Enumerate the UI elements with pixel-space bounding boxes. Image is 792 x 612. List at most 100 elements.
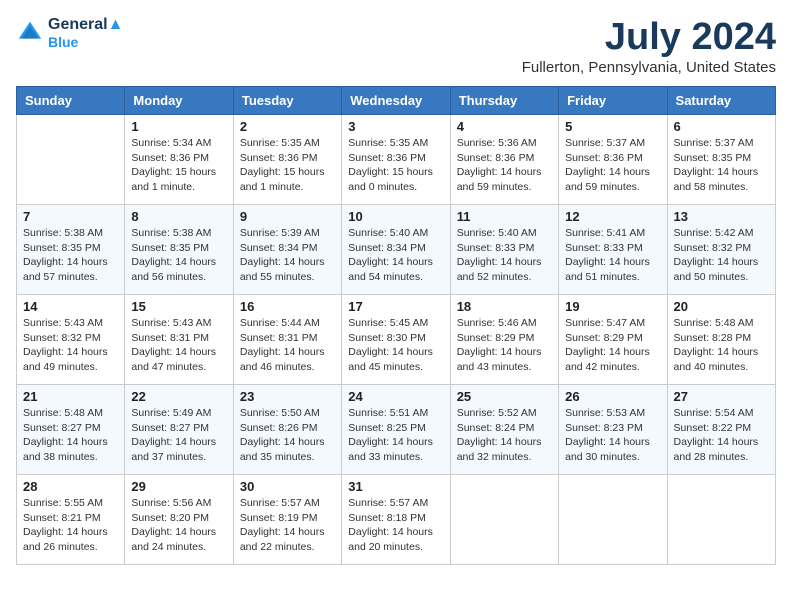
day-number: 6 [674,119,769,134]
calendar-cell: 25 Sunrise: 5:52 AM Sunset: 8:24 PM Dayli… [450,385,558,475]
day-number: 20 [674,299,769,314]
day-info: Sunrise: 5:34 AM Sunset: 8:36 PM Dayligh… [131,136,226,195]
day-number: 25 [457,389,552,404]
day-number: 11 [457,209,552,224]
day-info: Sunrise: 5:49 AM Sunset: 8:27 PM Dayligh… [131,406,226,465]
logo-text: General▲ Blue [48,16,123,50]
calendar-cell: 1 Sunrise: 5:34 AM Sunset: 8:36 PM Daylig… [125,115,233,205]
day-info: Sunrise: 5:38 AM Sunset: 8:35 PM Dayligh… [23,226,118,285]
day-info: Sunrise: 5:46 AM Sunset: 8:29 PM Dayligh… [457,316,552,375]
day-number: 23 [240,389,335,404]
calendar-cell: 15Sunrise: 5:43 AM Sunset: 8:31 PM Dayli… [125,295,233,385]
day-number: 13 [674,209,769,224]
day-number: 4 [457,119,552,134]
day-info: Sunrise: 5:40 AM Sunset: 8:34 PM Dayligh… [348,226,443,285]
day-info: Sunrise: 5:35 AM Sunset: 8:36 PM Dayligh… [348,136,443,195]
page-header: General▲ Blue July 2024 Fullerton, Penns… [16,16,776,76]
day-info: Sunrise: 5:40 AM Sunset: 8:33 PM Dayligh… [457,226,552,285]
day-info: Sunrise: 5:48 AM Sunset: 8:27 PM Dayligh… [23,406,118,465]
title-block: July 2024 Fullerton, Pennsylvania, Unite… [522,16,776,76]
calendar-cell: 3Sunrise: 5:35 AM Sunset: 8:36 PM Daylig… [342,115,450,205]
day-number: 28 [23,479,118,494]
column-header-tuesday: Tuesday [233,87,341,115]
day-number: 14 [23,299,118,314]
column-header-monday: Monday [125,87,233,115]
day-number: 30 [240,479,335,494]
day-number: 17 [348,299,443,314]
calendar-cell: 17 Sunrise: 5:45 AM Sunset: 8:30 PM Dayli… [342,295,450,385]
calendar-cell [559,475,667,565]
day-info: Sunrise: 5:57 AM Sunset: 8:18 PM Dayligh… [348,496,443,555]
calendar-cell: 12 Sunrise: 5:41 AM Sunset: 8:33 PM Dayli… [559,205,667,295]
day-info: Sunrise: 5:41 AM Sunset: 8:33 PM Dayligh… [565,226,660,285]
day-number: 24 [348,389,443,404]
day-number: 2 [240,119,335,134]
day-info: Sunrise: 5:50 AM Sunset: 8:26 PM Dayligh… [240,406,335,465]
day-number: 15 [131,299,226,314]
day-info: Sunrise: 5:56 AM Sunset: 8:20 PM Dayligh… [131,496,226,555]
calendar-cell: 24 Sunrise: 5:51 AM Sunset: 8:25 PM Dayli… [342,385,450,475]
day-info: Sunrise: 5:37 AM Sunset: 8:36 PM Dayligh… [565,136,660,195]
column-header-sunday: Sunday [17,87,125,115]
day-info: Sunrise: 5:47 AM Sunset: 8:29 PM Dayligh… [565,316,660,375]
day-info: Sunrise: 5:42 AM Sunset: 8:32 PM Dayligh… [674,226,769,285]
calendar-cell: 14 Sunrise: 5:43 AM Sunset: 8:32 PM Dayli… [17,295,125,385]
day-info: Sunrise: 5:45 AM Sunset: 8:30 PM Dayligh… [348,316,443,375]
day-info: Sunrise: 5:38 AM Sunset: 8:35 PM Dayligh… [131,226,226,285]
calendar-week-row: 7 Sunrise: 5:38 AM Sunset: 8:35 PM Daylig… [17,205,776,295]
calendar-cell: 4 Sunrise: 5:36 AM Sunset: 8:36 PM Daylig… [450,115,558,205]
calendar-week-row: 1 Sunrise: 5:34 AM Sunset: 8:36 PM Daylig… [17,115,776,205]
column-header-wednesday: Wednesday [342,87,450,115]
day-number: 22 [131,389,226,404]
day-number: 18 [457,299,552,314]
calendar-cell: 27Sunrise: 5:54 AM Sunset: 8:22 PM Dayli… [667,385,775,475]
day-number: 1 [131,119,226,134]
day-number: 10 [348,209,443,224]
calendar-table: SundayMondayTuesdayWednesdayThursdayFrid… [16,86,776,565]
day-info: Sunrise: 5:52 AM Sunset: 8:24 PM Dayligh… [457,406,552,465]
calendar-cell: 20 Sunrise: 5:48 AM Sunset: 8:28 PM Dayli… [667,295,775,385]
day-number: 19 [565,299,660,314]
day-info: Sunrise: 5:51 AM Sunset: 8:25 PM Dayligh… [348,406,443,465]
calendar-cell: 11 Sunrise: 5:40 AM Sunset: 8:33 PM Dayli… [450,205,558,295]
day-number: 7 [23,209,118,224]
calendar-week-row: 21 Sunrise: 5:48 AM Sunset: 8:27 PM Dayli… [17,385,776,475]
calendar-cell: 21 Sunrise: 5:48 AM Sunset: 8:27 PM Dayli… [17,385,125,475]
column-header-friday: Friday [559,87,667,115]
day-info: Sunrise: 5:43 AM Sunset: 8:32 PM Dayligh… [23,316,118,375]
day-number: 16 [240,299,335,314]
column-header-saturday: Saturday [667,87,775,115]
calendar-cell: 7 Sunrise: 5:38 AM Sunset: 8:35 PM Daylig… [17,205,125,295]
day-info: Sunrise: 5:36 AM Sunset: 8:36 PM Dayligh… [457,136,552,195]
calendar-cell: 31 Sunrise: 5:57 AM Sunset: 8:18 PM Dayli… [342,475,450,565]
location: Fullerton, Pennsylvania, United States [522,59,776,76]
calendar-header-row: SundayMondayTuesdayWednesdayThursdayFrid… [17,87,776,115]
calendar-cell: 13 Sunrise: 5:42 AM Sunset: 8:32 PM Dayli… [667,205,775,295]
calendar-cell [667,475,775,565]
calendar-cell: 19 Sunrise: 5:47 AM Sunset: 8:29 PM Dayli… [559,295,667,385]
calendar-cell: 9Sunrise: 5:39 AM Sunset: 8:34 PM Daylig… [233,205,341,295]
day-number: 27 [674,389,769,404]
day-number: 31 [348,479,443,494]
day-number: 12 [565,209,660,224]
calendar-cell: 6 Sunrise: 5:37 AM Sunset: 8:35 PM Daylig… [667,115,775,205]
day-number: 21 [23,389,118,404]
column-header-thursday: Thursday [450,87,558,115]
calendar-cell: 28Sunrise: 5:55 AM Sunset: 8:21 PM Dayli… [17,475,125,565]
calendar-cell [17,115,125,205]
day-info: Sunrise: 5:44 AM Sunset: 8:31 PM Dayligh… [240,316,335,375]
month-title: July 2024 [522,16,776,59]
calendar-cell: 30Sunrise: 5:57 AM Sunset: 8:19 PM Dayli… [233,475,341,565]
day-number: 29 [131,479,226,494]
day-number: 9 [240,209,335,224]
calendar-cell: 26Sunrise: 5:53 AM Sunset: 8:23 PM Dayli… [559,385,667,475]
calendar-cell: 2Sunrise: 5:35 AM Sunset: 8:36 PM Daylig… [233,115,341,205]
calendar-cell: 22 Sunrise: 5:49 AM Sunset: 8:27 PM Dayli… [125,385,233,475]
calendar-cell: 16 Sunrise: 5:44 AM Sunset: 8:31 PM Dayli… [233,295,341,385]
day-number: 26 [565,389,660,404]
calendar-cell: 23 Sunrise: 5:50 AM Sunset: 8:26 PM Dayli… [233,385,341,475]
calendar-cell: 5Sunrise: 5:37 AM Sunset: 8:36 PM Daylig… [559,115,667,205]
day-info: Sunrise: 5:48 AM Sunset: 8:28 PM Dayligh… [674,316,769,375]
day-info: Sunrise: 5:37 AM Sunset: 8:35 PM Dayligh… [674,136,769,195]
logo: General▲ Blue [16,16,123,50]
